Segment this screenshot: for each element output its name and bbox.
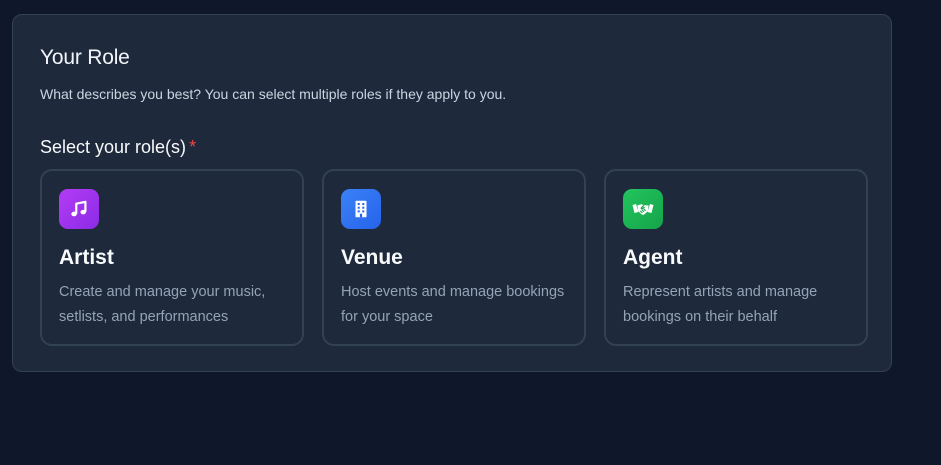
handshake-icon xyxy=(623,189,663,229)
role-description-agent: Represent artists and manage bookings on… xyxy=(623,284,818,325)
role-description-venue: Host events and manage bookings for your… xyxy=(341,284,565,325)
role-name-artist: Artist xyxy=(59,246,114,269)
roles-field-label: Select your role(s) * xyxy=(40,135,196,159)
section-description: What describes you best? You can select … xyxy=(40,86,507,102)
role-options: Artist Create and manage your music, set… xyxy=(40,169,868,346)
music-note-icon xyxy=(59,189,99,229)
role-card-artist[interactable]: Artist Create and manage your music, set… xyxy=(40,169,304,346)
role-panel: Your Role What describes you best? You c… xyxy=(12,14,892,372)
required-asterisk: * xyxy=(189,137,197,157)
role-card-venue[interactable]: Venue Host events and manage bookings fo… xyxy=(322,169,586,346)
role-card-agent[interactable]: Agent Represent artists and manage booki… xyxy=(604,169,868,346)
role-name-venue: Venue xyxy=(341,246,403,269)
building-icon xyxy=(341,189,381,229)
roles-field-label-text: Select your role(s) xyxy=(40,137,187,157)
role-name-agent: Agent xyxy=(623,246,683,269)
role-description-artist: Create and manage your music, setlists, … xyxy=(59,284,266,325)
section-title: Your Role xyxy=(40,46,130,69)
